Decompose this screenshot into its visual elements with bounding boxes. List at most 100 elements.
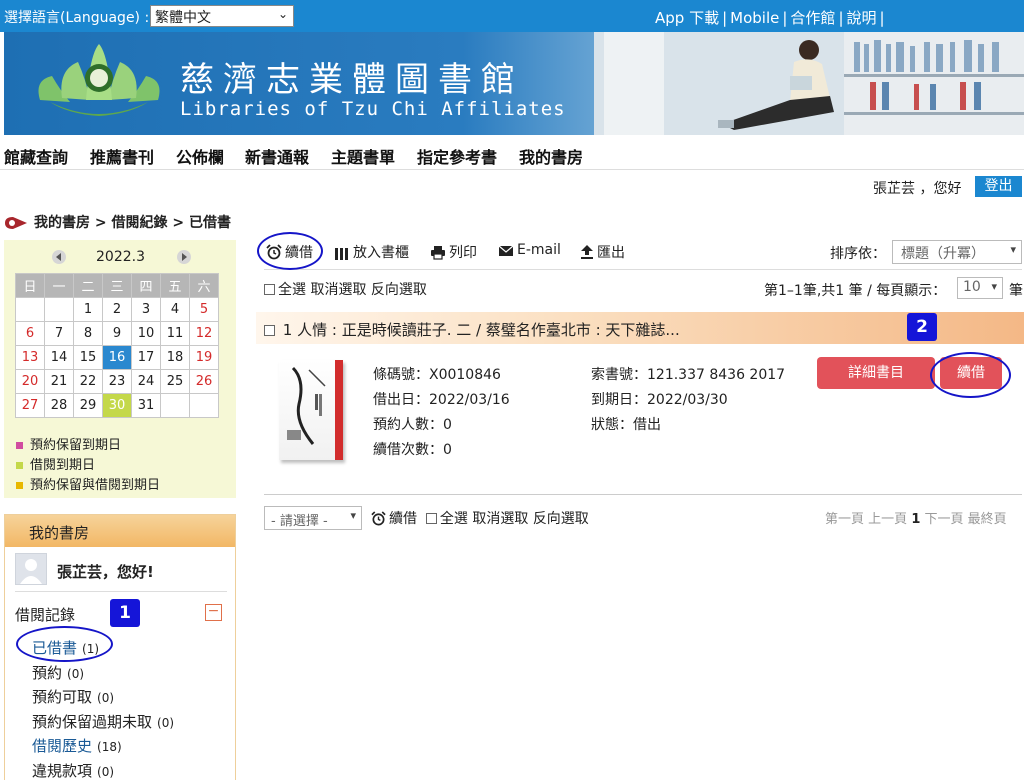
sort-value: 標題（升冪） [901, 246, 985, 262]
annotation-ring [257, 232, 323, 270]
chevron-down-icon: ▾ [1010, 243, 1016, 256]
mobile-link[interactable]: Mobile [730, 9, 779, 27]
avatar [15, 553, 47, 585]
banner: 慈濟志業體圖書館 Libraries of Tzu Chi Affiliates [4, 32, 1024, 135]
sort-label: 排序依： [830, 246, 886, 262]
calendar-day: 20 [15, 369, 45, 394]
nav-bulletin[interactable]: 公佈欄 [176, 144, 224, 168]
per-page-value: 10 [963, 279, 981, 295]
calendar-day: 11 [160, 321, 190, 346]
bottom-invert-link[interactable]: 反向選取 [533, 511, 589, 527]
next-page-link[interactable]: 下一頁 [925, 512, 964, 527]
prev-month-icon[interactable] [52, 250, 66, 264]
sidebar-item-loan-history[interactable]: 借閱歷史 (18) [32, 735, 122, 756]
invert-selection-link[interactable]: 反向選取 [371, 282, 427, 298]
current-page: 1 [911, 512, 921, 527]
calendar-day: 23 [102, 369, 132, 394]
user-avatar-icon [20, 559, 42, 584]
detail-button[interactable]: 詳細書目 [817, 357, 935, 389]
nav-theme-lists[interactable]: 主題書單 [331, 144, 395, 168]
select-all-checkbox[interactable] [264, 284, 275, 295]
collapse-icon[interactable]: − [205, 604, 222, 621]
calendar-day: 2 [102, 297, 132, 322]
sort-select[interactable]: 標題（升冪） ▾ [892, 240, 1022, 264]
sidebar-item-ready-pickup[interactable]: 預約可取 (0) [32, 686, 114, 707]
calendar-empty-cell [160, 393, 190, 418]
prev-page-link[interactable]: 上一頁 [868, 512, 907, 527]
calendar-day: 13 [15, 345, 45, 370]
export-tool[interactable]: 匯出 [580, 242, 625, 262]
language-select[interactable]: 繁體中文 ⌄ [150, 5, 294, 27]
nav-my-library[interactable]: 我的書房 [519, 144, 583, 168]
top-links: App 下載 | Mobile | 合作館 | 說明 | [655, 7, 888, 28]
calendar-day: 14 [44, 345, 74, 370]
sidebar-item-reservations[interactable]: 預約 (0) [32, 662, 84, 683]
separator: | [879, 9, 885, 27]
sidebar-item-count: (0) [157, 716, 175, 730]
help-link[interactable]: 說明 [847, 9, 877, 27]
bottom-actions: 續借 全選 取消選取 反向選取 [371, 508, 589, 528]
legend-label: 預約保留與借閱到期日 [30, 478, 161, 493]
partner-libraries-link[interactable]: 合作館 [790, 9, 835, 27]
print-tool[interactable]: 列印 [430, 242, 477, 262]
chevron-down-icon: ⌄ [277, 7, 288, 21]
calendar-day: 28 [44, 393, 74, 418]
bottom-select-all-label[interactable]: 全選 [440, 511, 468, 527]
calendar-day: 18 [160, 345, 190, 370]
annotation-ring [930, 352, 1011, 398]
calendar-day: 15 [73, 345, 103, 370]
calendar-week-row: 20 21 22 23 24 25 26 [15, 369, 219, 394]
calendar-day: 22 [73, 369, 103, 394]
call-number-field: 索書號：121.337 8436 2017 [591, 367, 786, 383]
legend-both-due: 預約保留與借閱到期日 [16, 474, 160, 493]
sidebar-item-expired-holds[interactable]: 預約保留過期未取 (0) [32, 711, 174, 732]
nav-catalog-search[interactable]: 館藏查詢 [4, 144, 68, 168]
location-pin-icon [5, 217, 27, 229]
nav-recommended[interactable]: 推薦書刊 [90, 144, 154, 168]
calendar-grid: 日一二三四五六 1 2 3 4 5 6 7 8 9 10 11 12 13 14 15 16 17 18 19 20 21… [15, 273, 219, 418]
separator: | [722, 9, 728, 27]
calendar-panel: 2022.3 日一二三四五六 1 2 3 4 5 6 7 8 9 10 11 12 13 14 15 16 17 1… [4, 240, 236, 498]
per-page-select[interactable]: 10 ▾ [957, 277, 1003, 299]
calendar-day: 17 [131, 345, 161, 370]
record-checkbox[interactable] [264, 325, 275, 336]
record-title[interactable]: 人情 : 正是時候讀莊子. 二 / 蔡璧名作臺北市 : 天下雜誌... [297, 321, 680, 339]
sidebar-item-fines[interactable]: 違規款項 (0) [32, 760, 114, 780]
next-month-icon[interactable] [177, 250, 191, 264]
bottom-renew-label: 續借 [389, 511, 417, 527]
divider [15, 591, 227, 592]
email-tool[interactable]: E-mail [498, 242, 561, 258]
calendar-day: 29 [73, 393, 103, 418]
loan-date-field: 借出日：2022/03/16 [373, 392, 510, 408]
divider [264, 494, 1022, 495]
add-to-shelf-tool[interactable]: 放入書櫃 [334, 242, 409, 262]
bulk-action-select[interactable]: - 請選擇 - ▾ [264, 506, 362, 530]
calendar-week-row: 6 7 8 9 10 11 12 [15, 321, 219, 346]
last-page-link[interactable]: 最終頁 [968, 512, 1007, 527]
bottom-deselect-link[interactable]: 取消選取 [472, 511, 528, 527]
nav-course-reserves[interactable]: 指定參考書 [417, 144, 497, 168]
select-all-label[interactable]: 全選 [278, 282, 306, 298]
book-cover[interactable] [279, 360, 343, 460]
print-label: 列印 [449, 245, 477, 261]
book-cover-art [287, 366, 326, 445]
calendar-empty-cell [15, 297, 45, 322]
pagination: 第一頁 上一頁 1 下一頁 最終頁 [825, 508, 1007, 527]
bottom-renew-tool[interactable]: 續借 [371, 511, 417, 527]
nav-new-books[interactable]: 新書通報 [245, 144, 309, 168]
calendar-month: 2022.3 [96, 249, 145, 265]
first-page-link[interactable]: 第一頁 [825, 512, 864, 527]
bulk-action-value: - 請選擇 - [271, 514, 328, 529]
separator: | [838, 9, 844, 27]
calendar-weekday: 二 [73, 273, 103, 298]
deselect-link[interactable]: 取消選取 [310, 282, 366, 298]
sidebar-item-count: (18) [97, 740, 122, 754]
language-label: 選擇語言(Language) : [4, 10, 150, 26]
sidebar-item-label: 預約可取 [32, 688, 93, 706]
sidebar-item-count: (0) [97, 765, 115, 779]
per-page-suffix: 筆 [1009, 283, 1023, 299]
app-download-link[interactable]: App 下載 [655, 9, 719, 27]
logout-button[interactable]: 登出 [975, 176, 1022, 197]
calendar-day: 7 [44, 321, 74, 346]
bottom-select-all-checkbox[interactable] [425, 513, 437, 524]
